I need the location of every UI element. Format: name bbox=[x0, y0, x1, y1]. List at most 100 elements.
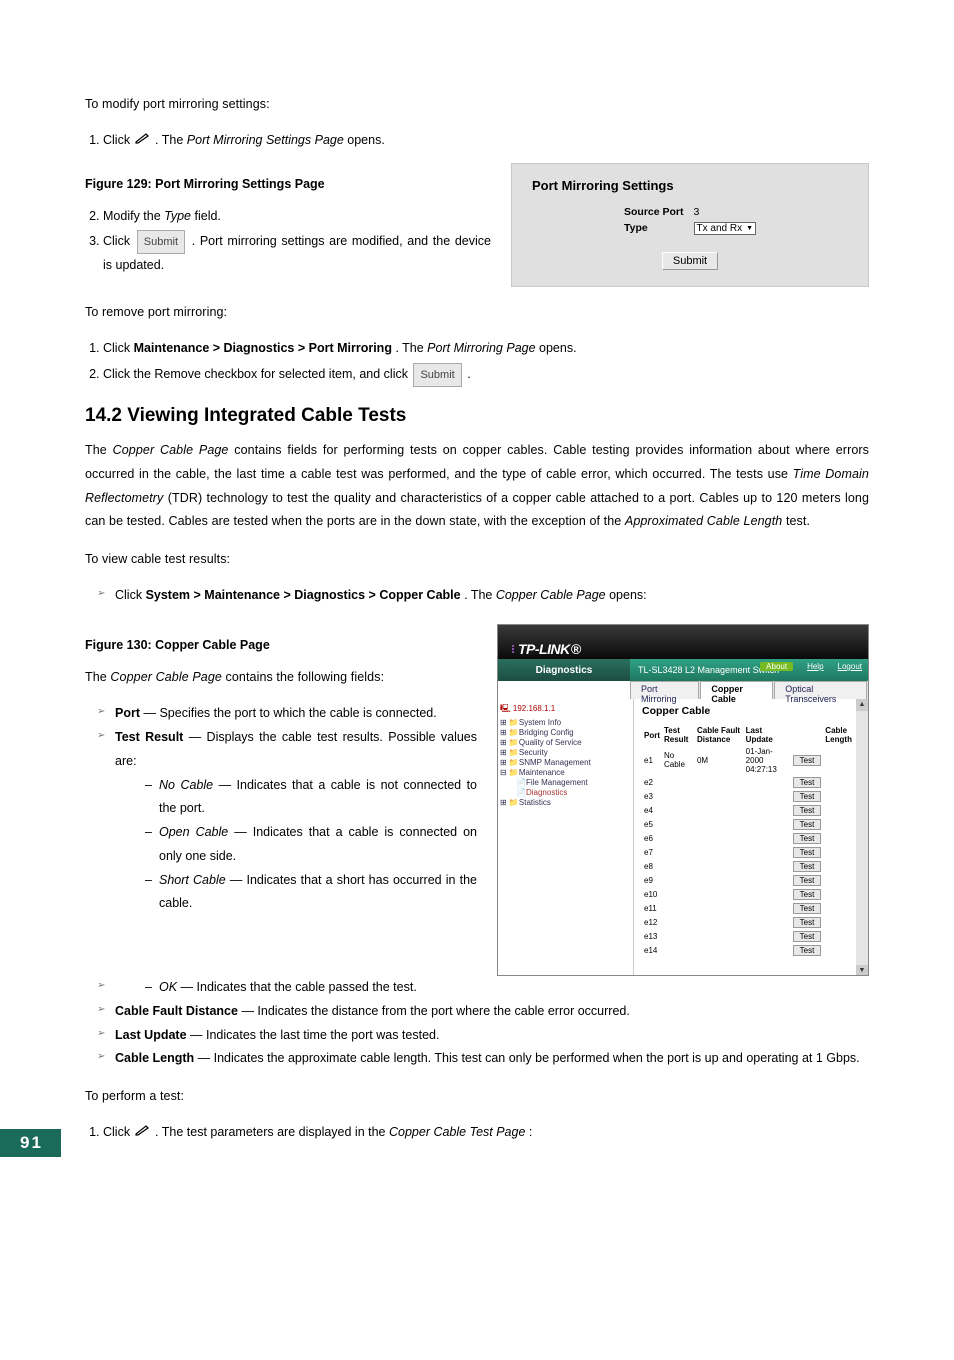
row-port: e10 bbox=[642, 887, 662, 901]
rs1b: Maintenance > Diagnostics > Port Mirrori… bbox=[134, 341, 392, 355]
help-link[interactable]: Help bbox=[807, 662, 823, 671]
fig129-source-val: 3 bbox=[690, 205, 761, 219]
test-button[interactable]: Test bbox=[793, 931, 822, 942]
test-button[interactable]: Test bbox=[793, 945, 822, 956]
test-button[interactable]: Test bbox=[793, 777, 822, 788]
test-button[interactable]: Test bbox=[793, 847, 822, 858]
remove-step-1: Click Maintenance > Diagnostics > Port M… bbox=[103, 337, 869, 361]
table-row: e10 Test bbox=[642, 887, 860, 901]
step1-c: Port Mirroring Settings Page bbox=[187, 133, 344, 147]
scroll-down-icon[interactable]: ▼ bbox=[856, 965, 868, 976]
about-button[interactable]: About bbox=[760, 662, 793, 671]
test-button[interactable]: Test bbox=[793, 819, 822, 830]
modify-steps-cont: Modify the Type field. Click Submit . Po… bbox=[85, 205, 491, 278]
rs1e: opens. bbox=[539, 341, 577, 355]
table-row: e5Test bbox=[642, 817, 860, 831]
tree-bridging[interactable]: ⊞ 📁Bridging Config bbox=[500, 728, 631, 738]
ssca: Short Cable bbox=[159, 873, 226, 887]
test-button[interactable]: Test bbox=[793, 889, 822, 900]
tr-values: No Cable — Indicates that a cable is not… bbox=[115, 774, 477, 917]
modify-step-1: Click . The Port Mirroring Settings Page… bbox=[103, 129, 869, 153]
submit-button-inline[interactable]: Submit bbox=[137, 230, 185, 254]
tree-maintenance[interactable]: ⊟ 📁Maintenance bbox=[500, 768, 631, 778]
field-lu: Last Update — Indicates the last time th… bbox=[97, 1024, 869, 1048]
tree-statistics[interactable]: ⊞ 📁Statistics bbox=[500, 798, 631, 808]
modify-step-3: Click Submit . Port mirroring settings a… bbox=[103, 230, 491, 278]
vs1e: opens: bbox=[609, 588, 647, 602]
ss-main: Copper Cable Port Test Result Cable Faul… bbox=[634, 699, 868, 976]
test-button[interactable]: Test bbox=[793, 833, 822, 844]
fields-list: Port — Specifies the port to which the c… bbox=[85, 702, 477, 916]
test-button[interactable]: Test bbox=[793, 861, 822, 872]
remove-intro: To remove port mirroring: bbox=[85, 301, 869, 325]
tree-qos[interactable]: ⊞ 📁Quality of Service bbox=[500, 738, 631, 748]
field-test-result: Test Result — Displays the cable test re… bbox=[97, 726, 477, 916]
scroll-up-icon[interactable]: ▲ bbox=[856, 699, 868, 711]
row-port: e14 bbox=[642, 943, 662, 957]
bb: Copper Cable Page bbox=[113, 443, 229, 457]
step1-b: . The bbox=[155, 133, 187, 147]
table-row: e14 Test bbox=[642, 943, 860, 957]
test-button[interactable]: Test bbox=[793, 755, 822, 766]
rs1c: . The bbox=[395, 341, 427, 355]
tr-ok: OK — Indicates that the cable passed the… bbox=[145, 976, 869, 1000]
type-select[interactable]: Tx and Rx bbox=[694, 222, 757, 235]
snca: No Cable bbox=[159, 778, 213, 792]
submit-button-inline2[interactable]: Submit bbox=[413, 363, 461, 387]
fcfdb: — Indicates the distance from the port w… bbox=[241, 1004, 629, 1018]
tab-optical-transceivers[interactable]: Optical Transceivers bbox=[774, 681, 867, 699]
fig129-submit-button[interactable]: Submit bbox=[662, 252, 718, 270]
ps1d: : bbox=[529, 1125, 532, 1139]
row-port: e9 bbox=[642, 873, 662, 887]
intro-text: To modify port mirroring settings: bbox=[85, 93, 869, 117]
test-button[interactable]: Test bbox=[793, 791, 822, 802]
col-length: Cable Length bbox=[823, 725, 860, 745]
step1-d: opens. bbox=[347, 133, 385, 147]
fpa: Port bbox=[115, 706, 140, 720]
test-button[interactable]: Test bbox=[793, 903, 822, 914]
vs1a: Click bbox=[115, 588, 146, 602]
table-row: e12Test bbox=[642, 915, 860, 929]
fcla: Cable Length bbox=[115, 1051, 194, 1065]
test-button[interactable]: Test bbox=[793, 917, 822, 928]
soka: OK bbox=[159, 980, 177, 994]
ba: The bbox=[85, 443, 113, 457]
pencil-icon bbox=[134, 129, 152, 153]
fig129-source-label: Source Port bbox=[620, 205, 688, 219]
fib: Copper Cable Page bbox=[110, 670, 222, 684]
section-14-2-title: 14.2 Viewing Integrated Cable Tests bbox=[85, 405, 869, 427]
table-row: e7Test bbox=[642, 845, 860, 859]
tree-snmp[interactable]: ⊞ 📁SNMP Management bbox=[500, 758, 631, 768]
fpb: — Specifies the port to which the cable … bbox=[143, 706, 436, 720]
tree-ip[interactable]: 🖳 192.168.1.1 bbox=[500, 703, 631, 718]
tree-system-info[interactable]: ⊞ 📁System Info bbox=[500, 718, 631, 728]
scrollbar[interactable]: ▲ ▼ bbox=[856, 699, 868, 976]
section-body: The Copper Cable Page contains fields fo… bbox=[85, 439, 869, 534]
remove-steps: Click Maintenance > Diagnostics > Port M… bbox=[85, 337, 869, 387]
col-dist: Cable Fault Distance bbox=[695, 725, 744, 745]
row-port: e8 bbox=[642, 859, 662, 873]
row-port: e4 bbox=[642, 803, 662, 817]
page-number: 91 bbox=[0, 1129, 61, 1157]
logout-link[interactable]: Logout bbox=[838, 662, 862, 671]
test-button[interactable]: Test bbox=[793, 875, 822, 886]
remove-step-2: Click the Remove checkbox for selected i… bbox=[103, 363, 869, 387]
ss-nav-header: TL-SL3428 L2 Management Switch About Hel… bbox=[630, 659, 868, 681]
fig129-box: Port Mirroring Settings Source Port 3 Ty… bbox=[511, 163, 869, 287]
tp-link-logo: TP-LINK ® bbox=[512, 641, 581, 657]
ss-nav-header-text: TL-SL3428 L2 Management Switch bbox=[638, 665, 779, 675]
row-port: e6 bbox=[642, 831, 662, 845]
tab-copper-cable[interactable]: Copper Cable bbox=[700, 681, 773, 699]
fcfda: Cable Fault Distance bbox=[115, 1004, 238, 1018]
vs1b: System > Maintenance > Diagnostics > Cop… bbox=[146, 588, 461, 602]
col-result: Test Result bbox=[662, 725, 695, 745]
tab-port-mirroring[interactable]: Port Mirroring bbox=[630, 681, 699, 699]
logo-dots-icon bbox=[512, 645, 514, 653]
ss-nav-title: Diagnostics bbox=[498, 659, 630, 681]
test-button[interactable]: Test bbox=[793, 805, 822, 816]
table-row: e11Test bbox=[642, 901, 860, 915]
tree-diagnostics[interactable]: 📄Diagnostics bbox=[500, 788, 631, 798]
tree-security[interactable]: ⊞ 📁Security bbox=[500, 748, 631, 758]
tree-file-mgmt[interactable]: 📄File Management bbox=[500, 778, 631, 788]
fig130-label: Figure 130: Copper Cable Page bbox=[85, 638, 477, 652]
